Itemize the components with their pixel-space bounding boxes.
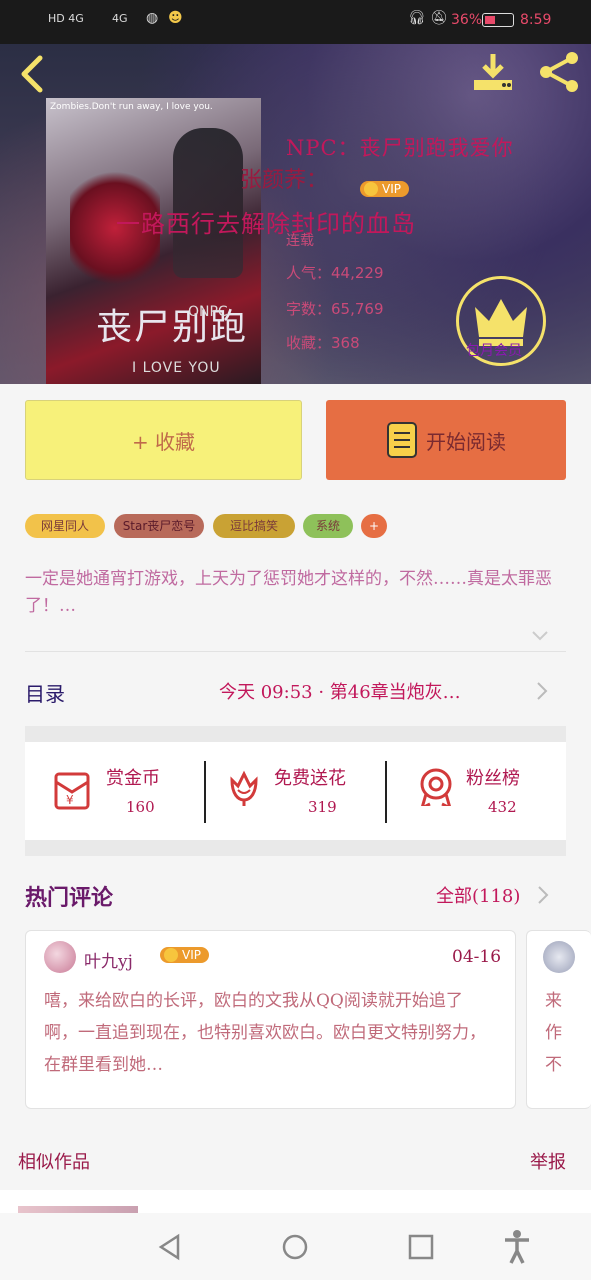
comment-text: 来作不 <box>545 991 562 1075</box>
chevron-left-icon <box>21 55 43 93</box>
reward-coins-button[interactable]: ¥ 赏金币 160 <box>52 762 202 822</box>
battery-icon <box>482 13 514 27</box>
tag-chip[interactable]: 逗比搞笑 <box>213 514 295 538</box>
vip-label: VIP <box>182 948 201 962</box>
app-notification-icon: ☻ <box>168 10 183 26</box>
similar-works-title: 相似作品 <box>18 1152 90 1173</box>
clock: 8:59 <box>520 12 552 28</box>
avatar[interactable] <box>543 941 575 973</box>
divider <box>204 761 206 823</box>
comment-card[interactable]: 来作不 <box>526 930 591 1109</box>
stat-value: 160 <box>126 798 155 816</box>
recents-square-icon[interactable] <box>407 1233 435 1261</box>
comment-card[interactable]: 叶九yj VIP 04-16 嘻，来给欧白的长评，欧白的文我从QQ阅读就开始追了… <box>25 930 516 1109</box>
expand-description-button[interactable] <box>530 628 550 644</box>
download-icon <box>474 54 512 90</box>
words-row: 字数：65,769 <box>286 298 384 319</box>
all-comments-label: 全部(118) <box>436 886 521 907</box>
add-tag-button[interactable]: + <box>361 514 387 538</box>
status-bar: HD 4G 4G ◍ ☻ 🎧︎ 🔕︎ 36% 8:59 <box>0 0 591 44</box>
book-icon <box>387 422 417 458</box>
popularity-label: 人气： <box>286 264 332 282</box>
network-indicator-2: 4G <box>112 12 128 25</box>
comment-text: 嘻，来给欧白的长评，欧白的文我从QQ阅读就开始追了啊，一直追到现在，也特别喜欢欧… <box>44 991 486 1075</box>
divider <box>25 651 566 652</box>
system-nav-bar <box>0 1213 591 1280</box>
back-button[interactable] <box>14 52 50 96</box>
stat-label: 赏金币 <box>106 768 160 789</box>
chevron-right-icon <box>537 682 548 700</box>
table-of-contents-row[interactable]: 目录 今天 09:53 · 第46章当炮灰… <box>25 660 566 720</box>
tag-chip[interactable]: 系统 <box>303 514 353 538</box>
all-comments-link[interactable]: 全部(118) <box>436 880 566 910</box>
flower-icon <box>230 770 258 806</box>
back-triangle-icon[interactable] <box>156 1233 184 1261</box>
stat-value: 432 <box>488 798 517 816</box>
favorites-row: 收藏：368 <box>286 332 360 353</box>
accessibility-icon[interactable] <box>502 1229 532 1265</box>
cover-figure <box>173 128 243 278</box>
comment-date: 04-16 <box>452 947 502 967</box>
favorites-value: 368 <box>331 334 360 352</box>
red-envelope-icon: ¥ <box>54 772 90 810</box>
words-value: 65,769 <box>331 300 384 318</box>
vip-label: VIP <box>382 182 401 196</box>
stat-value: 319 <box>308 798 337 816</box>
author-vip-badge: VIP <box>360 181 409 200</box>
tag-chip[interactable]: Star丧尸恋号 <box>114 514 204 538</box>
book-header: Zombies.Don't run away, I love you. 丧尸别跑… <box>0 44 591 384</box>
medal-icon <box>420 768 452 806</box>
network-indicator: HD 4G <box>48 12 84 25</box>
favorites-label: 收藏： <box>286 334 332 352</box>
hot-comments-title: 热门评论 <box>25 885 114 911</box>
svg-text:¥: ¥ <box>66 793 74 807</box>
toc-label: 目录 <box>25 682 65 706</box>
send-flowers-button[interactable]: 免费送花 319 <box>224 762 374 822</box>
download-button[interactable] <box>470 50 516 94</box>
stat-label: 粉丝榜 <box>466 768 520 789</box>
crown-badge-icon <box>364 182 378 196</box>
section-divider <box>25 726 566 742</box>
book-title: NPC：丧尸别跑我爱你 <box>286 136 514 160</box>
chevron-down-icon <box>532 631 548 641</box>
home-circle-icon[interactable] <box>281 1233 309 1261</box>
cover-tagline: Zombies.Don't run away, I love you. <box>50 102 213 112</box>
comment-user[interactable]: 叶九yj <box>84 947 133 972</box>
avatar[interactable] <box>44 941 76 973</box>
globe-icon: ◍ <box>146 10 159 26</box>
share-button[interactable] <box>536 50 582 94</box>
popularity-row: 人气：44,229 <box>286 262 384 283</box>
mute-icon: 🔕︎ <box>430 10 448 26</box>
author-name[interactable]: 张颜荞： <box>240 162 328 194</box>
chevron-right-icon <box>538 886 549 904</box>
stat-label: 免费送花 <box>274 768 346 789</box>
words-label: 字数： <box>286 300 332 318</box>
start-reading-label: 开始阅读 <box>426 429 506 454</box>
headset-icon: 🎧︎ <box>408 10 426 26</box>
share-icon <box>540 52 578 92</box>
book-cover[interactable]: Zombies.Don't run away, I love you. 丧尸别跑… <box>46 98 261 384</box>
section-divider <box>25 840 566 856</box>
book-description[interactable]: 一定是她通宵打游戏，上天为了惩罚她才这样的，不然……真是太罪恶了！… <box>25 566 555 620</box>
collect-button[interactable]: + 收藏 <box>25 400 302 480</box>
fan-ranking-button[interactable]: 粉丝榜 432 <box>416 762 566 822</box>
comment-vip-badge: VIP <box>160 947 209 966</box>
cover-corner-text: ONPC <box>188 304 228 320</box>
report-link[interactable]: 举报 <box>530 1148 566 1174</box>
crown-badge-icon <box>164 948 178 962</box>
cover-subtitle: I LOVE YOU <box>132 360 221 376</box>
book-subtitle-overlay: 一路西行去解除封印的血岛 <box>116 210 416 238</box>
popularity-value: 44,229 <box>331 264 384 282</box>
battery-percent: 36% <box>451 12 483 28</box>
latest-chapter: 今天 09:53 · 第46章当炮灰… <box>219 682 461 703</box>
member-label: 包月会员 <box>466 343 522 359</box>
book-status: 连载 <box>286 233 314 249</box>
tag-chip[interactable]: 网星同人 <box>25 514 105 538</box>
divider <box>385 761 387 823</box>
start-reading-button[interactable]: 开始阅读 <box>326 400 566 480</box>
